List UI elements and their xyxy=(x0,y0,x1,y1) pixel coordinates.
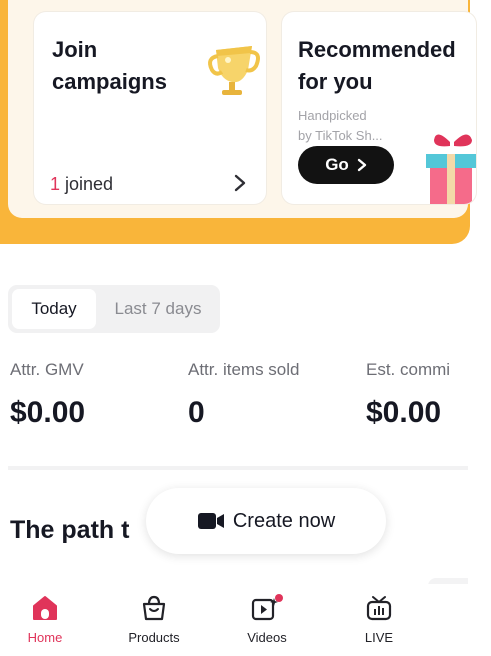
create-now-label: Create now xyxy=(232,509,336,532)
nav-label: Products xyxy=(128,630,180,645)
path-section-title: The path t xyxy=(10,516,130,544)
tab-today[interactable]: Today xyxy=(12,289,96,329)
metric-value: $0.00 xyxy=(10,396,86,429)
shopping-bag-icon xyxy=(142,595,166,621)
create-now-button[interactable]: Create now xyxy=(146,488,386,554)
nav-item-live[interactable]: LIVE xyxy=(334,594,424,645)
period-selector: Today Last 7 days xyxy=(8,285,220,333)
nav-label: Videos xyxy=(247,630,287,645)
joined-count-suffix: joined xyxy=(60,174,114,194)
video-camera-icon xyxy=(197,513,224,529)
section-divider xyxy=(8,466,468,470)
bottom-nav: Home Products Videos LIVE xyxy=(0,584,491,656)
nav-item-videos[interactable]: Videos xyxy=(222,594,312,645)
nav-label: LIVE xyxy=(364,630,394,645)
metric-label: Est. commi xyxy=(366,360,451,379)
live-tv-icon xyxy=(366,596,392,621)
recommended-title: Recommended for you xyxy=(298,37,456,94)
recommended-card[interactable]: Recommended for you Handpicked by TikTok… xyxy=(282,12,476,204)
metric-value: 0 xyxy=(188,396,205,429)
nav-item-products[interactable]: Products xyxy=(109,594,199,645)
join-campaigns-title: Join campaigns xyxy=(52,37,167,94)
home-icon xyxy=(33,596,57,620)
tab-last-7-days[interactable]: Last 7 days xyxy=(100,289,216,329)
trophy-icon xyxy=(208,46,260,95)
promo-panel: Join campaigns 1 joined Recommended for … xyxy=(8,0,476,218)
nav-label: Home xyxy=(27,630,63,645)
joined-count-number: 1 xyxy=(50,174,61,194)
metric-attr-gmv: Attr. GMV $0.00 xyxy=(10,360,180,430)
joined-count: 1 joined xyxy=(50,174,113,195)
go-button[interactable]: Go xyxy=(298,146,394,184)
metric-label: Attr. GMV xyxy=(10,360,84,379)
recommended-subtitle: Handpicked by TikTok Sh... xyxy=(298,108,383,143)
metric-label: Attr. items sold xyxy=(188,360,300,379)
nav-item-home[interactable]: Home xyxy=(0,594,90,645)
chevron-right-icon xyxy=(357,158,366,172)
metric-attr-items-sold: Attr. items sold 0 xyxy=(188,360,358,430)
go-button-label: Go xyxy=(325,155,349,174)
join-campaigns-card[interactable]: Join campaigns 1 joined xyxy=(34,12,266,204)
gift-icon xyxy=(426,134,476,204)
chevron-right-icon xyxy=(234,174,246,192)
metric-est-commission: Est. commi $0.00 xyxy=(366,360,491,430)
video-sparkle-icon xyxy=(251,594,283,621)
join-campaigns-chevron-button[interactable] xyxy=(226,168,254,198)
metric-value: $0.00 xyxy=(366,396,442,429)
